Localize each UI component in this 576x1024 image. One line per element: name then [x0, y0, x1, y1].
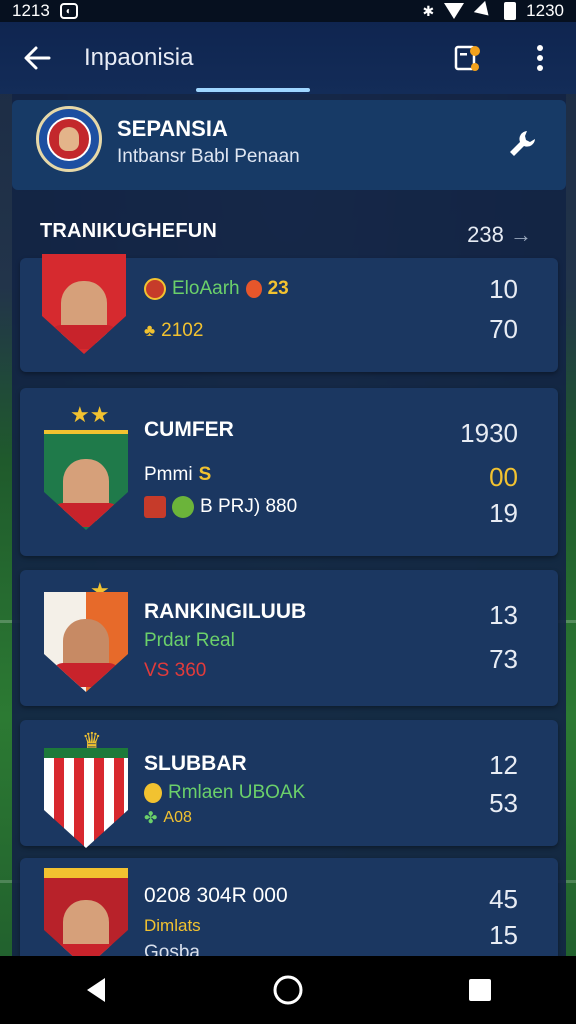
card-subtitle: Dimlats: [144, 916, 201, 935]
fire-icon: [245, 280, 262, 298]
card-meta: B PRJ) 880: [200, 496, 298, 517]
card-title: 0208 304R 000: [144, 884, 288, 907]
player-badge-icon: [44, 430, 128, 530]
ranking-card[interactable]: ★★ CUMFER Pmmi S B PRJ) 880 1930 00 19: [20, 388, 558, 556]
card-value-secondary: 73: [489, 644, 518, 674]
back-button[interactable]: [0, 22, 74, 94]
card-line-2: ✤ A08: [144, 808, 192, 828]
card-title: SLUBBAR: [144, 752, 247, 775]
trophy-icon: [144, 783, 162, 803]
battery-icon: [504, 2, 517, 20]
status-time-left: 1213: [12, 1, 50, 20]
card-line-1: Rmlaen UBOAK: [144, 782, 305, 804]
card-value-primary: 10: [489, 274, 518, 304]
club-name: SEPANSIA: [117, 116, 228, 141]
card-line-2: Gosba: [144, 942, 200, 956]
card-meta: Gosba: [144, 942, 200, 956]
nav-home-button[interactable]: [248, 956, 328, 1024]
clipboard-badge-icon: [454, 45, 480, 71]
square-recents-icon: [469, 979, 491, 1001]
section-title: TRANIKUGHEFUN: [40, 220, 218, 242]
chevron-right-icon: →: [510, 222, 532, 247]
ranking-card[interactable]: EloAarh 23 ♣ 2102 10 70: [20, 254, 558, 372]
status-time-right: 1230: [526, 1, 564, 20]
section-count-value: 238: [467, 222, 504, 247]
card-subtitle: Rmlaen UBOAK: [168, 782, 306, 803]
tab-indicator: [196, 88, 310, 92]
card-meta: VS 360: [144, 660, 207, 681]
wrench-button[interactable]: [500, 122, 544, 166]
card-value-secondary: 19: [489, 498, 518, 528]
card-subtitle: EloAarh: [172, 278, 240, 299]
circle-home-icon: [273, 975, 303, 1005]
star-rating-icon: ★★: [70, 402, 110, 427]
card-subtitle: Prdar Real: [144, 630, 235, 651]
club-shield-icon: [44, 748, 128, 848]
card-value-top: 1930: [460, 418, 518, 448]
card-line-2: ♣ 2102: [144, 320, 203, 342]
card-value-secondary: 53: [489, 788, 518, 818]
player-badge-icon: [44, 592, 128, 692]
nav-back-button[interactable]: [56, 956, 136, 1024]
player-badge-icon: [44, 868, 128, 956]
card-value-primary: 00: [489, 462, 518, 492]
club-icon: [144, 496, 166, 518]
card-meta: 2102: [161, 320, 204, 341]
section-count[interactable]: 238 →: [467, 222, 532, 248]
app-bar: Inpaonisia: [0, 22, 576, 94]
arrow-left-icon: [24, 46, 51, 70]
card-title: CUMFER: [144, 418, 234, 441]
ball-icon: [172, 496, 194, 518]
card-line-1: Dimlats: [144, 916, 201, 936]
notifications-button[interactable]: [432, 22, 504, 94]
card-value-secondary: 70: [489, 314, 518, 344]
player-badge-icon: [42, 254, 126, 354]
overflow-menu-button[interactable]: [504, 22, 576, 94]
card-meta: A08: [163, 809, 192, 826]
ranking-card[interactable]: ★ RANKINGILUUB Prdar Real VS 360 13 73: [20, 570, 558, 706]
system-nav-bar: [0, 956, 576, 1024]
status-bar: 1213 ◐ ✱ 1230: [0, 0, 576, 22]
page-title: Inpaonisia: [84, 44, 194, 71]
card-line-1: Pmmi S: [144, 464, 211, 486]
card-title: RANKINGILUUB: [144, 600, 307, 623]
nav-recents-button[interactable]: [440, 956, 520, 1024]
hand-icon: ♣: [144, 321, 156, 340]
bluetooth-icon: ✱: [422, 2, 435, 19]
more-vertical-icon: [537, 45, 543, 71]
card-line-2: B PRJ) 880: [144, 496, 297, 518]
ranking-card[interactable]: ♛ SLUBBAR Rmlaen UBOAK ✤ A08 12 53: [20, 720, 558, 848]
card-value-secondary: 15: [489, 920, 518, 950]
card-badge: 23: [267, 278, 289, 299]
notification-icon: ◐: [59, 3, 78, 19]
card-line-2: VS 360: [144, 660, 206, 682]
wifi-icon: [444, 3, 465, 19]
card-subtitle: Pmmi: [144, 464, 193, 485]
plant-icon: ✤: [144, 810, 158, 827]
signal-icon: [473, 0, 495, 22]
card-value-primary: 13: [489, 600, 518, 630]
club-crest-icon: [36, 106, 102, 172]
card-line-1: Prdar Real: [144, 630, 235, 652]
club-icon: [144, 278, 166, 300]
card-value-primary: 12: [489, 750, 518, 780]
club-header-card[interactable]: SEPANSIA Intbansr Babl Penaan: [12, 100, 566, 190]
ranking-card[interactable]: 0208 304R 000 Dimlats Gosba 45 15: [20, 858, 558, 956]
status-icons: ✱ 1230: [422, 0, 564, 22]
card-line-1: EloAarh 23: [144, 278, 289, 300]
card-value-primary: 45: [489, 884, 518, 914]
triangle-back-icon: [87, 978, 105, 1002]
card-badge: S: [198, 464, 212, 485]
wrench-icon: [510, 131, 535, 156]
club-subtitle: Intbansr Babl Penaan: [117, 146, 300, 167]
